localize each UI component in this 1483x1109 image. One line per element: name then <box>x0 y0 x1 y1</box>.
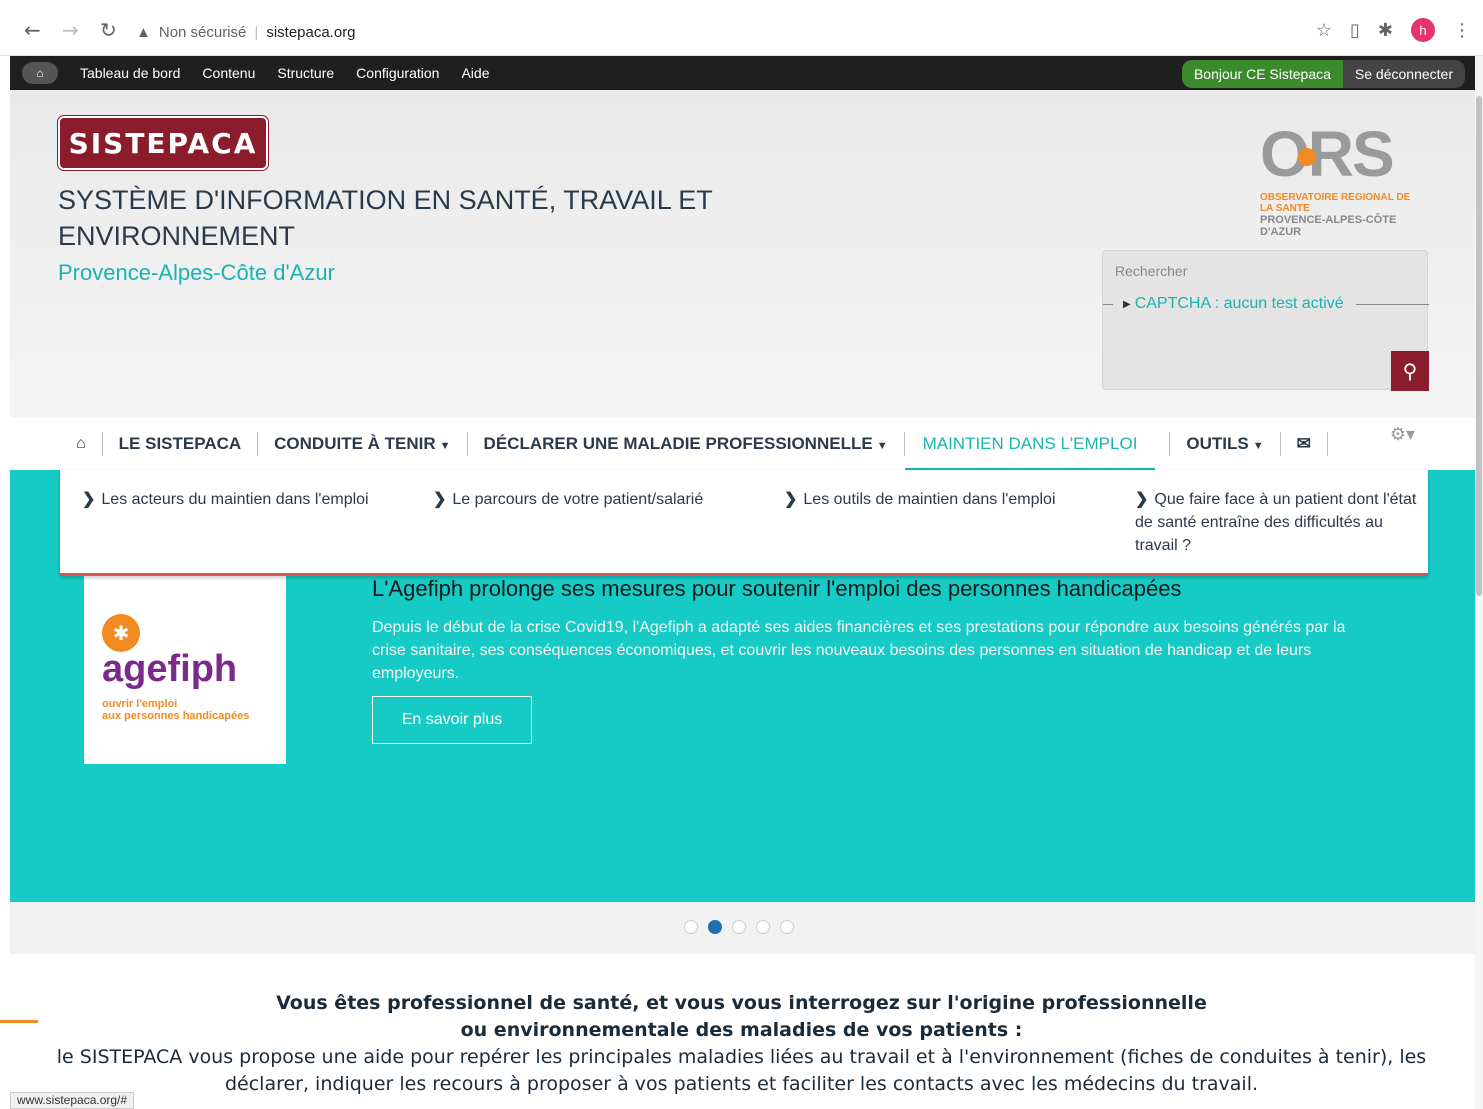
nav-item-conduite-label: CONDUITE À TENIR <box>274 434 436 453</box>
slide-text: Depuis le début de la crise Covid19, l'A… <box>372 619 1346 682</box>
address-separator: | <box>254 23 259 41</box>
status-url: www.sistepaca.org/# <box>10 1092 135 1109</box>
carousel-dot[interactable] <box>708 920 722 934</box>
carousel-dot[interactable] <box>732 920 746 934</box>
admin-home-icon[interactable]: ⌂ <box>22 62 58 84</box>
address-bar[interactable]: ▲ Non sécurisé | sistepaca.org <box>136 16 356 48</box>
gear-icon[interactable]: ⚙▾ <box>1390 424 1415 445</box>
extension-icon[interactable]: ✱ <box>1378 20 1393 41</box>
dropdown-item-acteurs[interactable]: ❯ Les acteurs du maintien dans l'emploi <box>82 488 372 511</box>
profile-avatar[interactable]: h <box>1411 18 1435 42</box>
ors-logo-word: ORS <box>1260 118 1395 190</box>
page-scrollbar[interactable] <box>1475 56 1483 1109</box>
admin-item-configuration[interactable]: Configuration <box>356 65 439 81</box>
agefiph-tagline-1: ouvrir l'emploi <box>102 698 178 710</box>
nav-item-declarer-label: DÉCLARER UNE MALADIE PROFESSIONNELLE <box>483 434 873 453</box>
dropdown-item-label: Les acteurs du maintien dans l'emploi <box>101 491 369 508</box>
search-label: Rechercher <box>1115 263 1188 279</box>
reload-icon[interactable]: ↻ <box>100 18 117 42</box>
search-button[interactable]: ⚲ <box>1391 351 1429 391</box>
nav-item-maintien[interactable]: MAINTIEN DANS L'EMPLOI <box>904 418 1156 470</box>
admin-toolbar: ⌂ Tableau de bord Contenu Structure Conf… <box>10 56 1475 90</box>
agefiph-logo-word: agefiph <box>102 648 238 690</box>
ors-logo-line1: OBSERVATOIRE REGIONAL DE LA SANTE <box>1260 192 1411 214</box>
nav-item-declarer[interactable]: DÉCLARER UNE MALADIE PROFESSIONNELLE ▼ <box>484 434 888 454</box>
admin-item-dashboard[interactable]: Tableau de bord <box>80 65 180 81</box>
nav-separator <box>1326 432 1328 456</box>
nav-separator <box>1279 432 1281 456</box>
agefiph-logo: ✱ agefiph ouvrir l'emploi aux personnes … <box>84 570 286 764</box>
site-header: SISTEPACA SYSTÈME D'INFORMATION EN SANTÉ… <box>10 90 1475 418</box>
browser-toolbar: ← → ↻ ▲ Non sécurisé | sistepaca.org ☆ ▯… <box>0 0 1483 56</box>
nav-separator <box>257 432 259 456</box>
nav-separator <box>101 432 103 456</box>
star-icon[interactable]: ☆ <box>1316 20 1332 41</box>
page-icon[interactable]: ▯ <box>1350 20 1360 41</box>
caret-down-icon: ▼ <box>876 440 888 452</box>
logout-button[interactable]: Se déconnecter <box>1342 60 1465 88</box>
chevron-right-icon: ❯ <box>1135 491 1149 508</box>
nav-item-outils[interactable]: OUTILS ▼ <box>1186 434 1263 454</box>
site-title: SYSTÈME D'INFORMATION EN SANTÉ, TRAVAIL … <box>58 185 713 251</box>
admin-user-area: Bonjour CE Sistepaca Se déconnecter <box>1181 60 1465 88</box>
forward-icon[interactable]: → <box>62 18 79 42</box>
ors-logo[interactable]: ORS OBSERVATOIRE REGIONAL DE LA SANTE PR… <box>1260 118 1425 238</box>
caret-down-icon: ▼ <box>1252 440 1264 452</box>
triangle-right-icon: ▶ <box>1123 298 1131 310</box>
captcha-line-right <box>1355 303 1429 305</box>
nav-item-le-sistepaca[interactable]: LE SISTEPACA <box>119 434 241 454</box>
browser-actions: ☆ ▯ ✱ h ⋮ <box>1316 18 1471 42</box>
main-navigation: ⌂ LE SISTEPACA CONDUITE À TENIR ▼ DÉCLARE… <box>10 418 1475 470</box>
captcha-link[interactable]: CAPTCHA : aucun test activé <box>1135 295 1344 313</box>
nav-item-conduite[interactable]: CONDUITE À TENIR ▼ <box>274 434 450 454</box>
hello-user-button[interactable]: Bonjour CE Sistepaca <box>1181 60 1343 88</box>
nav-separator <box>1169 432 1171 456</box>
admin-item-content[interactable]: Contenu <box>202 65 255 81</box>
search-icon: ⚲ <box>1402 359 1418 383</box>
carousel-dot[interactable] <box>780 920 794 934</box>
intro-heading-line2: ou environnementale des maladies de vos … <box>460 1019 1023 1041</box>
security-label: Non sécurisé <box>158 23 247 41</box>
search-block: Rechercher ▶ CAPTCHA : aucun test activé… <box>1102 250 1429 391</box>
chevron-right-icon: ❯ <box>784 491 798 508</box>
dropdown-item-parcours[interactable]: ❯ Le parcours de votre patient/salarié <box>433 488 723 511</box>
ors-logo-line2: PROVENCE-ALPES-CÔTE D'AZUR <box>1260 214 1397 238</box>
dropdown-item-que-faire[interactable]: ❯ Que faire face à un patient dont l'état… <box>1135 488 1425 557</box>
admin-item-help[interactable]: Aide <box>461 65 489 81</box>
agefiph-tagline: ouvrir l'emploi aux personnes handicapée… <box>102 698 249 722</box>
nav-separator <box>466 432 468 456</box>
nav-item-outils-label: OUTILS <box>1186 434 1249 453</box>
warning-icon: ▲ <box>136 23 151 41</box>
menu-dots-icon[interactable]: ⋮ <box>1453 20 1471 41</box>
dropdown-item-outils[interactable]: ❯ Les outils de maintien dans l'emploi <box>784 488 1074 511</box>
back-icon[interactable]: ← <box>24 18 41 42</box>
chevron-right-icon: ❯ <box>433 491 447 508</box>
read-more-button[interactable]: En savoir plus <box>372 696 532 744</box>
carousel-indicators <box>10 902 1475 954</box>
carousel-dot[interactable] <box>684 920 698 934</box>
caret-down-icon: ▼ <box>439 440 451 452</box>
dropdown-item-label: Que faire face à un patient dont l'état … <box>1135 491 1417 554</box>
intro-heading-line1: Vous êtes professionnel de santé, et vou… <box>276 992 1207 1014</box>
scrollbar-thumb[interactable] <box>1476 96 1482 596</box>
dropdown-item-label: Les outils de maintien dans l'emploi <box>803 491 1056 508</box>
intro-text: le SISTEPACA vous propose une aide pour … <box>56 1046 1427 1095</box>
agefiph-tagline-2: aux personnes handicapées <box>102 710 250 722</box>
url-text: sistepaca.org <box>266 23 356 41</box>
captcha-line-left <box>1103 303 1113 305</box>
ors-dot-icon <box>1298 148 1316 166</box>
dropdown-item-label: Le parcours de votre patient/salarié <box>452 491 704 508</box>
intro-heading: Vous êtes professionnel de santé, et vou… <box>0 990 1483 1044</box>
captcha-fieldset: ▶ CAPTCHA : aucun test activé <box>1103 295 1429 313</box>
slide-title: L'Agefiph prolonge ses mesures pour sout… <box>372 576 1182 601</box>
nav-home-icon[interactable]: ⌂ <box>76 435 86 453</box>
envelope-icon[interactable]: ✉ <box>1297 434 1311 454</box>
maintien-dropdown-menu: ❯ Les acteurs du maintien dans l'emploi ❯… <box>60 470 1428 576</box>
admin-item-structure[interactable]: Structure <box>277 65 334 81</box>
site-logo[interactable]: SISTEPACA <box>58 116 268 170</box>
site-subtitle: Provence-Alpes-Côte d'Azur <box>58 260 335 285</box>
agefiph-figure-icon: ✱ <box>102 614 140 652</box>
carousel-dot[interactable] <box>756 920 770 934</box>
chevron-right-icon: ❯ <box>82 491 96 508</box>
